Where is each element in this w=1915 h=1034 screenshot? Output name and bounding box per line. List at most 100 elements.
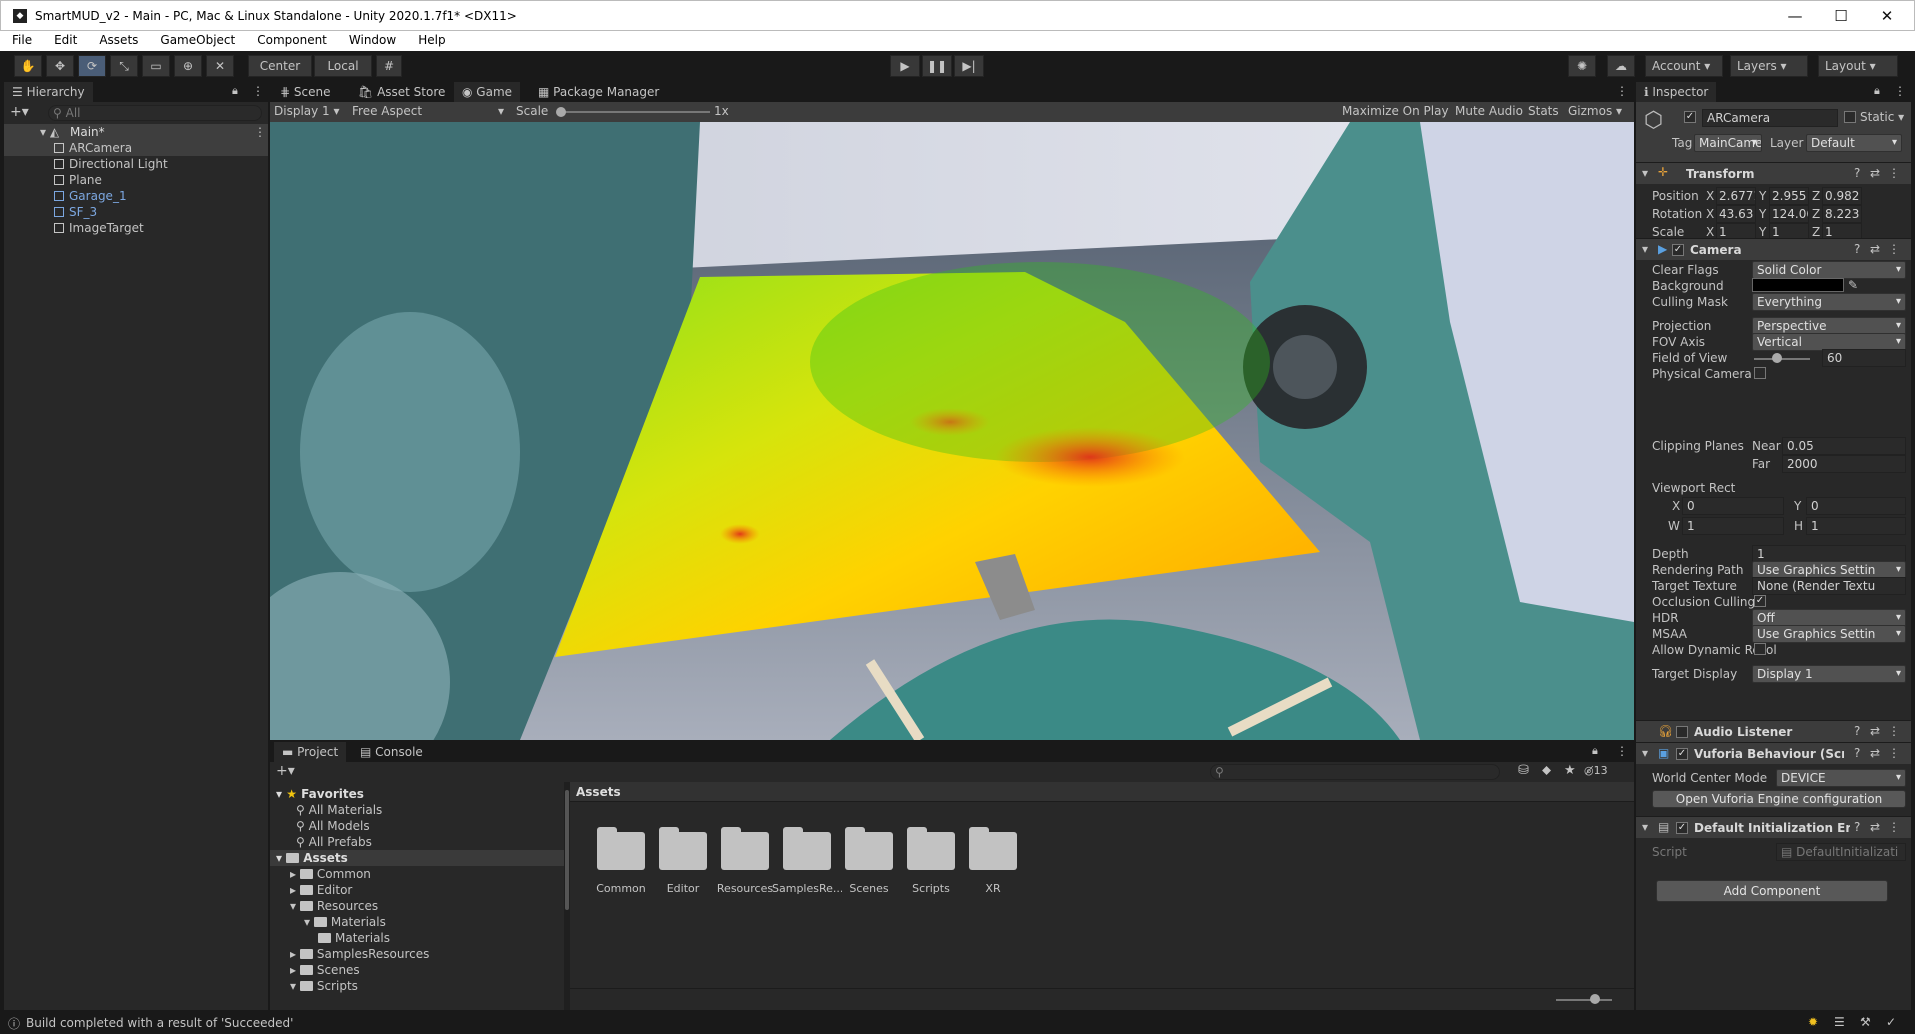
asset-tree-item[interactable]: ▸ SamplesResources — [290, 946, 429, 962]
favorite-star-icon[interactable]: ★ — [1564, 763, 1576, 778]
project-lock-icon[interactable]: 🔒︎ — [1592, 744, 1598, 758]
icon-size-slider-thumb[interactable] — [1590, 994, 1600, 1004]
inspector-menu-icon[interactable]: ⋮ — [1894, 84, 1906, 98]
services-icon[interactable]: ✺ — [1568, 55, 1596, 77]
pivot-center-button[interactable]: Center — [248, 55, 312, 77]
far-field[interactable]: 2000 — [1782, 455, 1906, 473]
hierarchy-item[interactable]: Garage_1 — [54, 188, 264, 204]
favorite-item[interactable]: ⚲ All Materials — [296, 802, 382, 818]
aspect-dropdown[interactable]: Free Aspect ▾ — [352, 104, 512, 118]
tab-asset-store[interactable]: 🛍︎ Asset Store — [350, 82, 453, 102]
camera-field-checkbox[interactable]: ✓ — [1754, 595, 1766, 607]
transform-position-y-field[interactable]: 2.955 — [1769, 187, 1809, 205]
filter-label-icon[interactable]: ⬥ — [1542, 763, 1551, 778]
expand-arrow-right-icon[interactable]: ▸ — [290, 963, 300, 977]
step-button[interactable]: ▶| — [954, 55, 984, 77]
expand-arrow-down-icon[interactable]: ▾ — [304, 915, 314, 929]
cloud-icon[interactable]: ☁ — [1607, 55, 1635, 77]
maximize-on-play-toggle[interactable]: Maximize On Play — [1342, 104, 1449, 118]
transform-preset-icon[interactable]: ⇄ — [1870, 166, 1880, 180]
asset-folder[interactable]: Editor — [648, 826, 718, 906]
progress-icon[interactable]: ☰ — [1834, 1015, 1845, 1029]
hierarchy-item[interactable]: SF_3 — [54, 204, 264, 220]
audio-listener-header[interactable]: 🎧︎ Audio Listener ? ⇄ ⋮ — [1636, 720, 1911, 742]
tab-console[interactable]: ▤ Console — [352, 742, 431, 762]
move-tool-icon[interactable]: ✥ — [46, 55, 74, 77]
default-init-preset-icon[interactable]: ⇄ — [1870, 820, 1880, 834]
camera-header[interactable]: ▾ ▶ ✓ Camera ? ⇄ ⋮ — [1636, 238, 1911, 260]
vuforia-header[interactable]: ▾ ▣ ✓ Vuforia Behaviour (Script) ? ⇄ ⋮ — [1636, 742, 1911, 764]
vuforia-enabled-checkbox[interactable]: ✓ — [1676, 748, 1688, 760]
camera-field-checkbox[interactable] — [1754, 367, 1766, 379]
transform-tool-icon[interactable]: ⊕ — [174, 55, 202, 77]
filter-type-icon[interactable]: ⛁ — [1518, 763, 1529, 778]
scale-slider[interactable] — [560, 111, 710, 113]
status-message[interactable]: Build completed with a result of 'Succee… — [26, 1016, 293, 1030]
pivot-local-button[interactable]: Local — [314, 55, 372, 77]
asset-tree-item[interactable]: ▸ Common — [290, 866, 371, 882]
breadcrumb-assets[interactable]: Assets — [576, 785, 621, 799]
default-init-checkbox[interactable]: ✓ — [1676, 822, 1688, 834]
scale-slider-thumb[interactable] — [556, 107, 566, 117]
transform-menu-icon[interactable]: ⋮ — [1888, 166, 1900, 180]
account-dropdown[interactable]: Account ▾ — [1645, 55, 1723, 77]
fov-slider[interactable] — [1754, 358, 1810, 360]
add-component-button[interactable]: Add Component — [1656, 880, 1888, 902]
asset-folder[interactable]: SamplesRe... — [772, 826, 842, 906]
asset-folder[interactable]: XR — [958, 826, 1028, 906]
icon-size-slider[interactable] — [1556, 999, 1612, 1001]
expand-arrow-right-icon[interactable]: ▸ — [290, 947, 300, 961]
tab-project[interactable]: ▬ Project — [274, 742, 347, 762]
tree-scrollbar-thumb[interactable] — [565, 790, 569, 910]
default-init-header[interactable]: ▾ ▤ ✓ Default Initialization Error ? ⇄ ⋮ — [1636, 816, 1911, 838]
audio-menu-icon[interactable]: ⋮ — [1888, 724, 1900, 738]
gizmos-dropdown[interactable]: Gizmos ▾ — [1568, 104, 1622, 118]
camera-enabled-checkbox[interactable]: ✓ — [1672, 244, 1684, 256]
hand-tool-icon[interactable]: ✋ — [14, 55, 42, 77]
scale-tool-icon[interactable]: ⤡ — [110, 55, 138, 77]
stats-toggle[interactable]: Stats — [1528, 104, 1559, 118]
close-button[interactable]: ✕ — [1864, 3, 1910, 29]
game-tab-menu-icon[interactable]: ⋮ — [1616, 84, 1628, 98]
camera-field-dropdown[interactable]: Display 1 — [1752, 665, 1906, 683]
mute-audio-toggle[interactable]: Mute Audio — [1455, 104, 1523, 118]
static-dropdown[interactable]: Static ▾ — [1860, 110, 1904, 124]
camera-help-icon[interactable]: ? — [1854, 242, 1860, 256]
camera-menu-icon[interactable]: ⋮ — [1888, 242, 1900, 256]
menu-window[interactable]: Window — [335, 31, 404, 47]
menu-gameobject[interactable]: GameObject — [146, 31, 243, 47]
vuforia-menu-icon[interactable]: ⋮ — [1888, 746, 1900, 760]
tab-package-manager[interactable]: ▦ Package Manager — [530, 82, 667, 102]
camera-field-dropdown[interactable]: Solid Color — [1752, 261, 1906, 279]
viewport-x-field[interactable]: 0 — [1682, 497, 1784, 515]
asset-tree-item[interactable]: ▾ Scripts — [290, 978, 358, 994]
background-color-swatch[interactable] — [1752, 278, 1844, 292]
default-init-menu-icon[interactable]: ⋮ — [1888, 820, 1900, 834]
pause-button[interactable]: ❚❚ — [922, 55, 952, 77]
scene-row[interactable]: ▾ ◭ Main* ⋮ — [4, 124, 268, 140]
asset-tree-item[interactable]: ▾ Resources — [290, 898, 378, 914]
hierarchy-item[interactable]: Directional Light — [54, 156, 264, 172]
menu-edit[interactable]: Edit — [40, 31, 85, 47]
camera-field-input[interactable]: None (Render Textu — [1752, 577, 1906, 595]
tab-game[interactable]: ◉ Game — [454, 82, 521, 102]
camera-field-dropdown[interactable]: Everything — [1752, 293, 1906, 311]
hierarchy-item[interactable]: ARCamera — [4, 140, 268, 156]
audio-help-icon[interactable]: ? — [1854, 724, 1860, 738]
object-active-checkbox[interactable]: ✓ — [1684, 111, 1696, 123]
viewport-y-field[interactable]: 0 — [1806, 497, 1906, 515]
project-search-input[interactable]: ⚲ — [1210, 764, 1500, 780]
maximize-button[interactable]: ☐ — [1818, 3, 1864, 29]
transform-header[interactable]: ▾ ✛ Transform ? ⇄ ⋮ — [1636, 162, 1911, 184]
scene-menu-icon[interactable]: ⋮ — [254, 124, 266, 140]
asset-tree-item[interactable]: Materials — [318, 930, 390, 946]
create-plus-icon[interactable]: +▾ — [10, 104, 29, 120]
minimize-button[interactable]: — — [1772, 3, 1818, 29]
favorite-item[interactable]: ⚲ All Models — [296, 818, 370, 834]
game-render-view[interactable] — [270, 122, 1634, 740]
layout-dropdown[interactable]: Layout ▾ — [1818, 55, 1898, 77]
rect-tool-icon[interactable]: ▭ — [142, 55, 170, 77]
asset-folder[interactable]: Scenes — [834, 826, 904, 906]
world-center-dropdown[interactable]: DEVICE — [1776, 769, 1906, 787]
menu-file[interactable]: File — [0, 31, 40, 47]
